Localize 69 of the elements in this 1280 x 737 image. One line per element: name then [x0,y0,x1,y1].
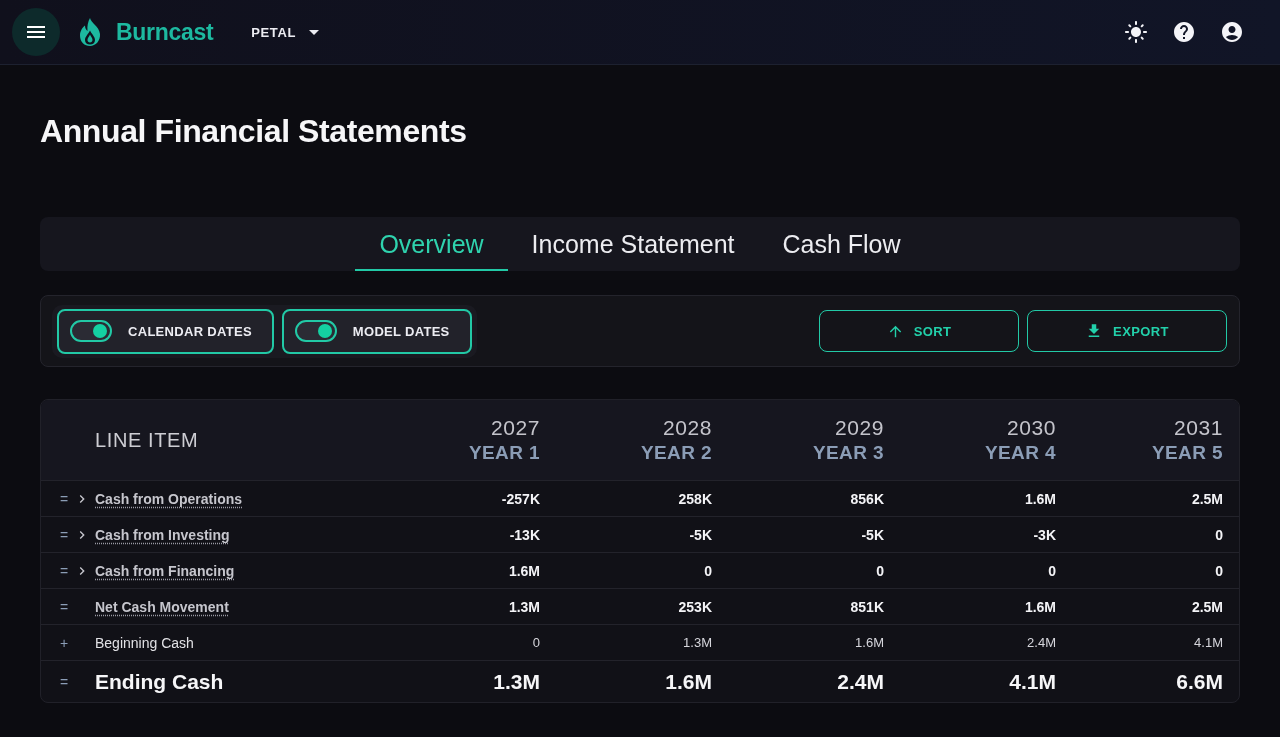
toggle-button[interactable]: CALENDAR DATES [57,308,274,354]
table-cell: 0 [1048,562,1056,579]
tab[interactable]: Cash Flow [758,217,925,271]
caret-icon [308,29,319,35]
table-cell: 4.1M [1194,635,1223,650]
year-header: 2028 [662,416,712,440]
sort-button[interactable]: SORT [819,310,1019,352]
column-header: LINE ITEM [95,428,199,452]
table-cell: 4.1M [1009,669,1056,694]
tab[interactable]: Overview [355,217,508,271]
table-cell: 0 [704,562,712,579]
line-item-label: Net Cash Movement [95,598,229,615]
table-cell: 1.6M [665,669,712,694]
table-cell: 1.6M [1024,598,1056,615]
help-icon [1172,20,1196,44]
menu-button[interactable] [12,8,60,56]
table-cell: 1.6M [855,635,884,650]
table-cell: 856K [850,490,884,507]
operator-sign: = [59,562,69,579]
operator-sign: = [59,598,69,615]
table-cell: 0 [1215,526,1223,543]
table-cell: 851K [850,598,884,615]
table-cell: 2.5M [1191,598,1223,615]
table-cell: -3K [1033,526,1056,543]
line-item-label: Cash from Financing [95,562,235,579]
sun-icon [1124,20,1148,44]
table-cell: 1.6M [1024,490,1056,507]
operator-sign: = [59,673,69,690]
table-cell: 253K [678,598,712,615]
table-cell: 2.4M [837,669,884,694]
line-item-label: Cash from Investing [95,526,230,543]
period-header: YEAR 1 [468,442,540,464]
page-title: Annual Financial Statements [40,112,467,151]
table-cell: -5K [689,526,712,543]
table-cell: 1.3M [508,598,540,615]
table-cell: 6.6M [1176,669,1223,694]
period-header: YEAR 3 [812,442,884,464]
table-cell: 1.3M [493,669,540,694]
tab[interactable]: Income Statement [507,217,759,271]
flame-logo-icon [78,18,102,46]
table-cell: 0 [1215,562,1223,579]
year-header: 2029 [834,416,884,440]
table-cell: 0 [532,635,540,650]
table-cell: 1.6M [508,562,540,579]
period-header: YEAR 5 [1151,442,1223,464]
brand-name: Burncast [116,18,214,46]
operator-sign: = [59,526,69,543]
table-cell: 1.3M [683,635,712,650]
line-item-label: Beginning Cash [95,634,194,651]
toggle-button[interactable]: MODEL DATES [281,308,472,354]
company-selector[interactable]: PETAL [247,18,323,46]
period-header: YEAR 4 [984,442,1056,464]
operator-sign: + [59,634,69,651]
table-cell: 2.5M [1191,490,1223,507]
year-header: 2027 [490,416,540,440]
line-item-label: Cash from Operations [95,490,243,507]
export-button[interactable]: EXPORT [1027,310,1227,352]
line-item-label: Ending Cash [95,669,224,694]
year-header: 2031 [1173,416,1223,440]
table-cell: 0 [876,562,884,579]
period-header: YEAR 2 [640,442,712,464]
table-cell: 258K [678,490,712,507]
table-cell: 2.4M [1027,635,1056,650]
table-cell: -13K [509,526,540,543]
table-cell: -257K [501,490,540,507]
account-icon [1220,20,1244,44]
year-header: 2030 [1006,416,1056,440]
table-cell: -5K [861,526,884,543]
operator-sign: = [59,490,69,507]
